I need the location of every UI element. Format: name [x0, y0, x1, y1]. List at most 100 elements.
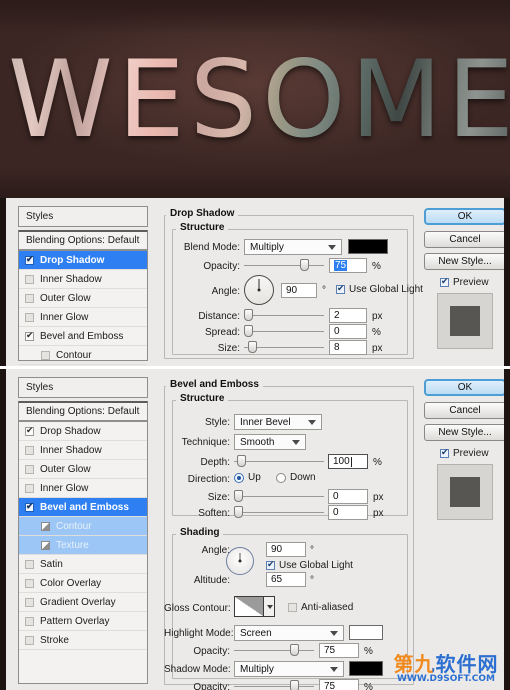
- checkbox-icon[interactable]: [336, 285, 345, 294]
- use-global-light-checkbox[interactable]: Use Global Light: [336, 284, 423, 295]
- slider-thumb[interactable]: [248, 341, 257, 353]
- size-input[interactable]: 8: [329, 340, 367, 355]
- angle-input[interactable]: 90: [281, 283, 317, 298]
- checkbox-icon[interactable]: [25, 560, 34, 569]
- slider-thumb[interactable]: [290, 680, 299, 690]
- chevron-down-icon[interactable]: [308, 420, 316, 425]
- slider-thumb[interactable]: [237, 455, 246, 467]
- styles-list[interactable]: Blending Options: Default Drop Shadow In…: [18, 401, 148, 684]
- checkbox-icon[interactable]: [440, 278, 449, 287]
- slider-thumb[interactable]: [244, 325, 253, 337]
- soften-slider[interactable]: [234, 505, 324, 519]
- gloss-contour-swatch[interactable]: [234, 596, 264, 617]
- anti-aliased-checkbox[interactable]: Anti-aliased: [288, 602, 353, 613]
- spread-input[interactable]: 0: [329, 324, 367, 339]
- slider-thumb[interactable]: [300, 259, 309, 271]
- direction-down-radio[interactable]: Down: [276, 472, 316, 483]
- checkbox-icon[interactable]: [25, 503, 34, 512]
- slider-thumb[interactable]: [290, 644, 299, 656]
- slider-thumb[interactable]: [244, 309, 253, 321]
- checkbox-icon[interactable]: [25, 427, 34, 436]
- radio-icon[interactable]: [234, 473, 244, 483]
- checkbox-icon[interactable]: [266, 561, 275, 570]
- checkbox-icon[interactable]: [25, 617, 34, 626]
- chevron-down-icon[interactable]: [328, 245, 336, 250]
- shadow-color-swatch[interactable]: [348, 239, 388, 254]
- bevel-style-select[interactable]: Inner Bevel: [234, 414, 322, 430]
- checkbox-icon[interactable]: [25, 636, 34, 645]
- style-row-drop-shadow[interactable]: Drop Shadow: [19, 422, 147, 441]
- blend-mode-select[interactable]: Multiply: [244, 239, 342, 255]
- ok-button[interactable]: OK: [424, 379, 506, 396]
- angle-dial[interactable]: [244, 275, 274, 305]
- highlight-opacity-input[interactable]: 75: [319, 643, 359, 658]
- blending-options-row[interactable]: Blending Options: Default: [19, 232, 147, 251]
- size-slider[interactable]: [234, 489, 324, 503]
- preview-checkbox[interactable]: Preview: [440, 448, 489, 459]
- style-row-inner-glow[interactable]: Inner Glow: [19, 479, 147, 498]
- chevron-down-icon[interactable]: [330, 667, 338, 672]
- shading-use-global-light-checkbox[interactable]: Use Global Light: [266, 560, 353, 571]
- shadow-opacity-input[interactable]: 75: [319, 679, 359, 690]
- checkbox-icon[interactable]: [25, 579, 34, 588]
- distance-input[interactable]: 2: [329, 308, 367, 323]
- style-row-contour[interactable]: Contour: [19, 346, 147, 365]
- distance-slider[interactable]: [244, 308, 324, 322]
- style-row-stroke[interactable]: Stroke: [19, 631, 147, 650]
- new-style-button[interactable]: New Style...: [424, 253, 506, 270]
- style-row-gradient-overlay[interactable]: Gradient Overlay: [19, 593, 147, 612]
- style-row-inner-shadow[interactable]: Inner Shadow: [19, 441, 147, 460]
- style-row-contour[interactable]: Contour: [19, 517, 147, 536]
- style-row-color-overlay[interactable]: Color Overlay: [19, 574, 147, 593]
- styles-list[interactable]: Blending Options: Default Drop Shadow In…: [18, 230, 148, 361]
- style-row-satin[interactable]: Satin: [19, 555, 147, 574]
- highlight-color-swatch[interactable]: [349, 625, 383, 640]
- checkbox-icon[interactable]: [25, 256, 34, 265]
- cancel-button[interactable]: Cancel: [424, 231, 506, 248]
- size-input[interactable]: 0: [328, 489, 368, 504]
- style-row-pattern-overlay[interactable]: Pattern Overlay: [19, 612, 147, 631]
- opacity-input[interactable]: 75: [329, 258, 367, 273]
- shading-angle-dial[interactable]: [226, 547, 254, 575]
- depth-input[interactable]: 100: [328, 454, 368, 469]
- slider-thumb[interactable]: [234, 490, 243, 502]
- size-slider[interactable]: [244, 340, 324, 354]
- slider-thumb[interactable]: [234, 506, 243, 518]
- highlight-mode-select[interactable]: Screen: [234, 625, 344, 641]
- style-row-bevel-and-emboss[interactable]: Bevel and Emboss: [19, 498, 147, 517]
- style-row-outer-glow[interactable]: Outer Glow: [19, 289, 147, 308]
- preview-checkbox[interactable]: Preview: [440, 277, 489, 288]
- cancel-button[interactable]: Cancel: [424, 402, 506, 419]
- checkbox-icon[interactable]: [25, 465, 34, 474]
- altitude-input[interactable]: 65: [266, 572, 306, 587]
- shadow-opacity-slider[interactable]: [234, 679, 314, 690]
- direction-up-radio[interactable]: Up: [234, 472, 261, 483]
- highlight-opacity-slider[interactable]: [234, 643, 314, 657]
- checkbox-icon[interactable]: [25, 484, 34, 493]
- technique-select[interactable]: Smooth: [234, 434, 306, 450]
- checkbox-icon[interactable]: [25, 598, 34, 607]
- shadow-color-swatch[interactable]: [349, 661, 383, 676]
- soften-input[interactable]: 0: [328, 505, 368, 520]
- radio-icon[interactable]: [276, 473, 286, 483]
- shading-angle-input[interactable]: 90: [266, 542, 306, 557]
- checkbox-icon[interactable]: [25, 332, 34, 341]
- shadow-mode-select[interactable]: Multiply: [234, 661, 344, 677]
- checkbox-icon[interactable]: [440, 449, 449, 458]
- style-row-bevel-and-emboss[interactable]: Bevel and Emboss: [19, 327, 147, 346]
- checkbox-icon[interactable]: [25, 294, 34, 303]
- spread-slider[interactable]: [244, 324, 324, 338]
- style-row-inner-shadow[interactable]: Inner Shadow: [19, 270, 147, 289]
- style-row-inner-glow[interactable]: Inner Glow: [19, 308, 147, 327]
- style-row-drop-shadow[interactable]: Drop Shadow: [19, 251, 147, 270]
- ok-button[interactable]: OK: [424, 208, 506, 225]
- checkbox-icon[interactable]: [288, 603, 297, 612]
- new-style-button[interactable]: New Style...: [424, 424, 506, 441]
- checkbox-icon[interactable]: [41, 351, 50, 360]
- opacity-slider[interactable]: [244, 258, 324, 272]
- chevron-down-icon[interactable]: [292, 440, 300, 445]
- gloss-contour-dropdown-icon[interactable]: [264, 596, 275, 617]
- style-row-texture[interactable]: Texture: [19, 536, 147, 555]
- checkbox-icon[interactable]: [25, 446, 34, 455]
- chevron-down-icon[interactable]: [330, 631, 338, 636]
